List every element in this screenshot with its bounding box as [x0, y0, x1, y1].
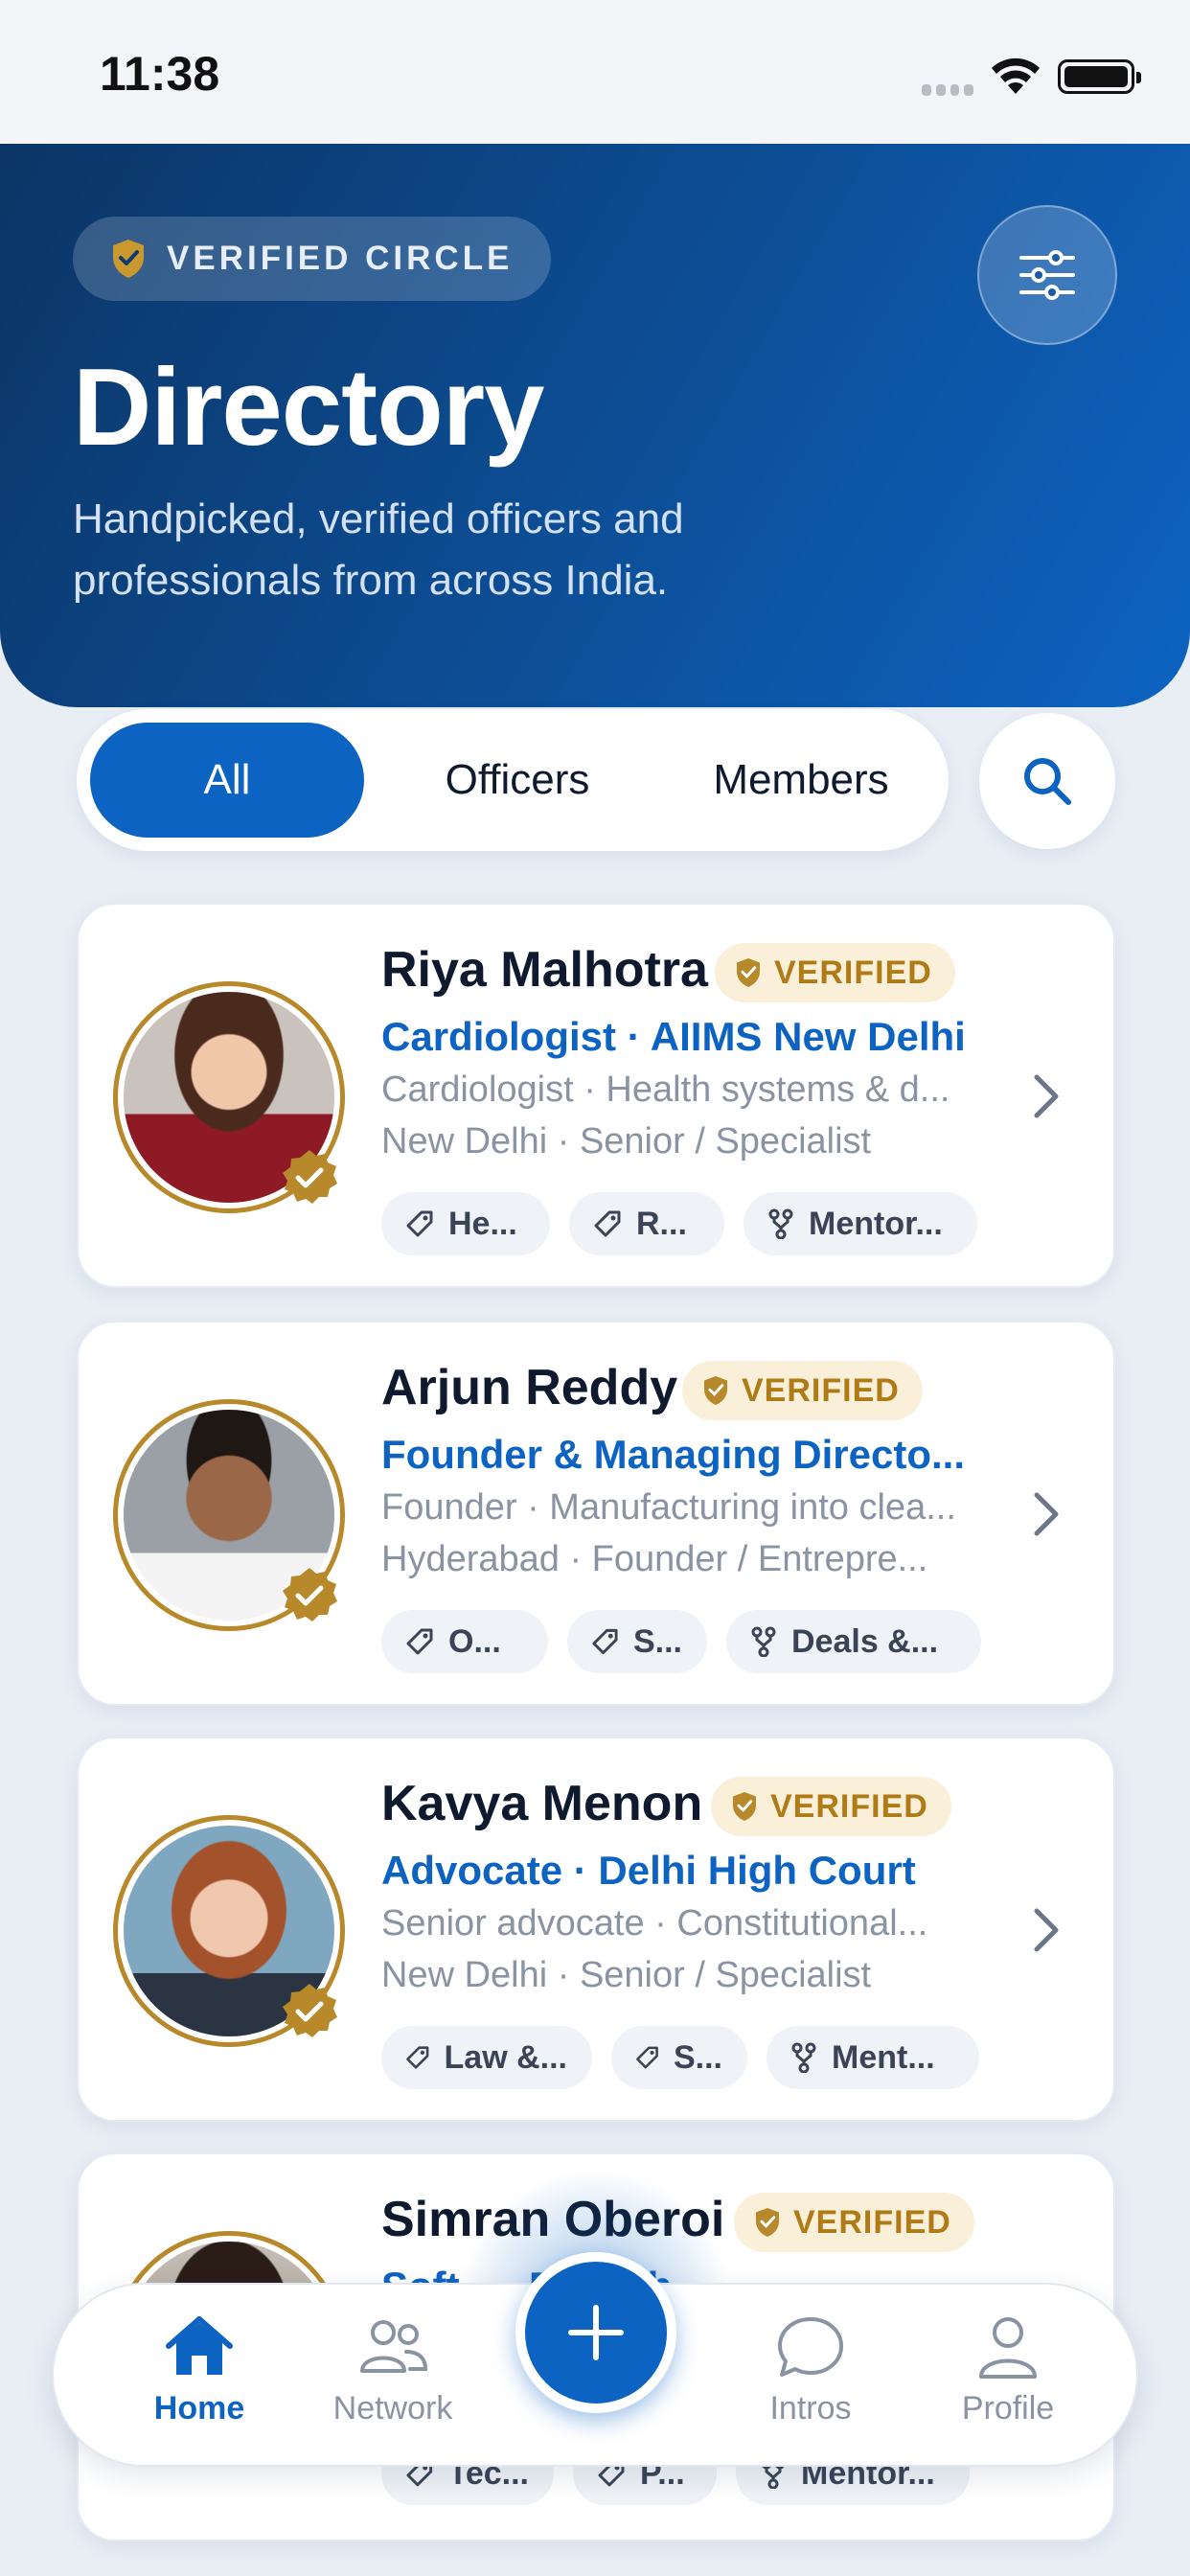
verified-badge: VERIFIED	[711, 1777, 951, 1836]
deals-chip[interactable]: Deals &...	[726, 1610, 981, 1673]
cellular-signal-icon	[922, 84, 973, 96]
branch-icon	[791, 2042, 816, 2073]
chip-label: R...	[636, 1205, 687, 1242]
tag-icon	[592, 1628, 618, 1655]
shield-check-icon	[704, 1376, 727, 1405]
shield-check-icon	[733, 1792, 756, 1821]
tag-icon	[406, 1628, 433, 1655]
person-location: New Delhi · Senior / Specialist	[381, 1955, 872, 1995]
person-role: Cardiologist · AIIMS New Delhi	[381, 1014, 966, 1059]
segment-officers[interactable]: Officers	[383, 723, 652, 838]
chip-label: Deals &...	[791, 1622, 939, 1660]
verified-badge: VERIFIED	[682, 1361, 923, 1420]
wifi-icon	[992, 58, 1040, 94]
battery-icon	[1058, 59, 1141, 94]
plus-icon	[568, 2305, 624, 2360]
filter-button[interactable]	[977, 205, 1117, 345]
tag-icon	[594, 1210, 621, 1237]
person-name: Arjun Reddy	[381, 1360, 678, 1415]
person-card[interactable]: Kavya Menon VERIFIED Advocate · Delhi Hi…	[77, 1736, 1115, 2122]
chat-bubble-icon	[778, 2317, 843, 2377]
tag-chip[interactable]: O...	[381, 1610, 548, 1673]
mentor-chip[interactable]: Mentor...	[744, 1192, 977, 1255]
tab-profile-label: Profile	[961, 2390, 1055, 2426]
tag-chip[interactable]: R...	[569, 1192, 724, 1255]
segment-members[interactable]: Members	[663, 723, 939, 838]
person-location: Hyderabad · Founder / Entrepre...	[381, 1539, 928, 1579]
tab-network[interactable]: Network	[307, 2313, 479, 2427]
sliders-icon	[1019, 250, 1075, 300]
tab-network-label: Network	[332, 2390, 453, 2426]
person-card[interactable]: Riya Malhotra VERIFIED Cardiologist · AI…	[77, 903, 1115, 1288]
tag-icon	[406, 1210, 433, 1237]
people-icon	[360, 2320, 428, 2373]
tag-chip[interactable]: Law &...	[381, 2026, 592, 2089]
verified-label: VERIFIED	[742, 1371, 900, 1409]
chip-label: Ment...	[832, 2038, 935, 2076]
verified-label: VERIFIED	[774, 954, 932, 991]
status-time: 11:38	[100, 47, 220, 101]
add-button[interactable]	[515, 2252, 676, 2413]
person-name: Riya Malhotra	[381, 942, 708, 998]
person-description: Cardiologist · Health systems & d...	[381, 1070, 950, 1110]
person-description: Senior advocate · Constitutional...	[381, 1903, 928, 1944]
shield-check-icon	[113, 240, 144, 278]
page-title: Directory	[73, 347, 545, 469]
tag-icon	[636, 2046, 658, 2069]
verified-label: VERIFIED	[770, 1787, 928, 1825]
shield-check-icon	[737, 958, 760, 987]
tab-home-label: Home	[153, 2390, 245, 2426]
branch-icon	[768, 1208, 793, 1239]
chevron-right-icon	[1034, 1908, 1059, 1952]
mentor-chip[interactable]: Ment...	[767, 2026, 979, 2089]
verified-circle-badge: VERIFIED CIRCLE	[73, 217, 552, 301]
tab-intros[interactable]: Intros	[724, 2313, 897, 2427]
chip-label: S...	[673, 2038, 722, 2076]
chip-label: S...	[632, 1622, 682, 1660]
person-role: Advocate · Delhi High Court	[381, 1848, 916, 1893]
tab-profile[interactable]: Profile	[922, 2313, 1094, 2427]
person-role: Founder & Managing Directo...	[381, 1432, 966, 1477]
segment-control: All Officers Members	[77, 709, 949, 851]
chip-label: Mentor...	[809, 1205, 943, 1242]
chevron-right-icon	[1034, 1492, 1059, 1536]
chevron-right-icon	[1034, 1074, 1059, 1118]
person-description: Founder · Manufacturing into clea...	[381, 1487, 956, 1528]
verified-seal-icon	[283, 1150, 337, 1204]
person-icon	[979, 2317, 1037, 2379]
tab-intros-label: Intros	[769, 2390, 852, 2426]
verified-badge: VERIFIED	[734, 2193, 974, 2252]
person-card[interactable]: Arjun Reddy VERIFIED Founder & Managing …	[77, 1321, 1115, 1706]
shield-check-icon	[756, 2208, 779, 2237]
search-button[interactable]	[979, 713, 1115, 849]
branch-icon	[751, 1626, 776, 1657]
person-location: New Delhi · Senior / Specialist	[381, 1121, 872, 1162]
person-name: Kavya Menon	[381, 1776, 703, 1831]
tag-chip[interactable]: S...	[611, 2026, 747, 2089]
tag-icon	[406, 2046, 429, 2069]
page-subtitle: Handpicked, verified officers and profes…	[73, 495, 684, 604]
verified-seal-icon	[283, 1568, 337, 1622]
chip-label: O...	[448, 1622, 501, 1660]
tag-chip[interactable]: He...	[381, 1192, 550, 1255]
home-icon	[166, 2316, 233, 2375]
chip-label: Law &...	[444, 2038, 567, 2076]
search-icon	[1024, 758, 1071, 805]
segment-all[interactable]: All	[90, 723, 364, 838]
verified-badge: VERIFIED	[715, 943, 955, 1002]
verified-seal-icon	[283, 1984, 337, 2037]
chip-label: He...	[448, 1205, 517, 1242]
tag-chip[interactable]: S...	[567, 1610, 707, 1673]
tab-home[interactable]: Home	[113, 2313, 286, 2427]
verified-label: VERIFIED	[793, 2203, 951, 2241]
badge-label: VERIFIED CIRCLE	[167, 240, 514, 277]
